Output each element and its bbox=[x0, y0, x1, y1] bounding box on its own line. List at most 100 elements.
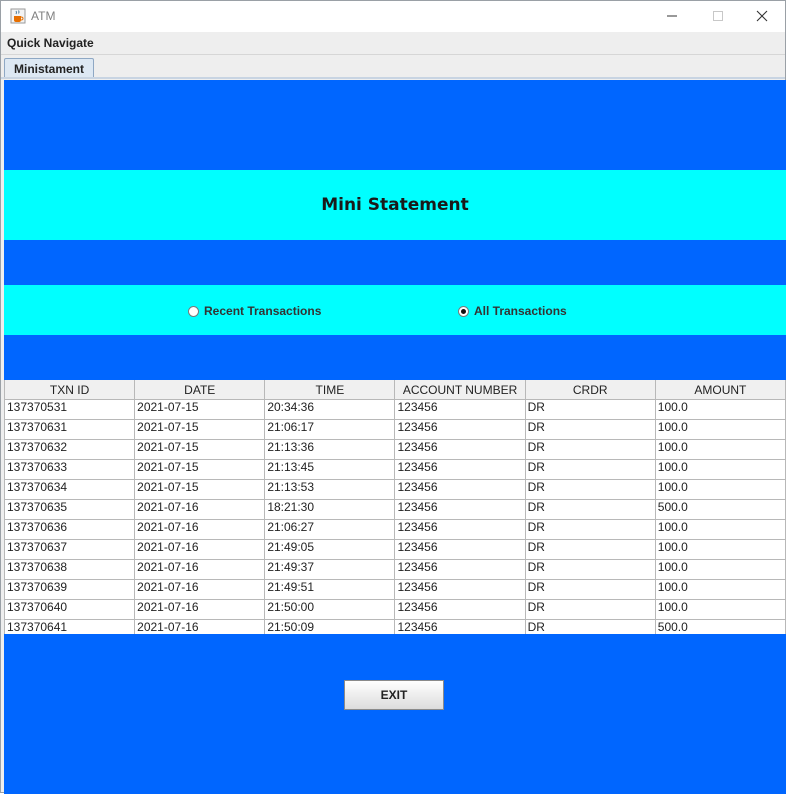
table-row[interactable]: 137370633 2021-07-15 21:13:45 123456 DR 100.0 bbox=[4, 459, 786, 480]
transactions-table: TXN ID DATE TIME ACCOUNT NUMBER CRDR AMOUNT 1… bbox=[4, 380, 786, 634]
table-cell: 2021-07-16 bbox=[134, 499, 266, 520]
table-cell: 2021-07-16 bbox=[134, 579, 266, 600]
table-cell: 137370637 bbox=[4, 539, 136, 560]
table-row[interactable]: 137370531 2021-07-15 20:34:36 123456 DR 100.0 bbox=[4, 399, 786, 420]
table-row[interactable]: 137370641 2021-07-16 21:50:09 123456 DR 500.0 bbox=[4, 619, 786, 634]
table-cell: 21:50:00 bbox=[264, 599, 396, 620]
table-cell: 100.0 bbox=[654, 559, 786, 580]
table-cell: 500.0 bbox=[654, 499, 786, 520]
table-row[interactable]: 137370636 2021-07-16 21:06:27 123456 DR 100.0 bbox=[4, 519, 786, 540]
table-cell: DR bbox=[524, 519, 656, 540]
table-cell: 137370631 bbox=[4, 419, 136, 440]
table-cell: 123456 bbox=[394, 459, 526, 480]
table-cell: DR bbox=[524, 499, 656, 520]
table-cell: 123456 bbox=[394, 399, 526, 420]
transactions-table-scroll[interactable]: TXN ID DATE TIME ACCOUNT NUMBER CRDR AMOUNT 1… bbox=[4, 380, 786, 634]
table-row[interactable]: 137370632 2021-07-15 21:13:36 123456 DR 100.0 bbox=[4, 439, 786, 460]
column-header[interactable]: ACCOUNT NUMBER bbox=[394, 380, 526, 400]
table-cell: DR bbox=[524, 559, 656, 580]
table-cell: 2021-07-16 bbox=[134, 539, 266, 560]
radio-recent-transactions[interactable]: Recent Transactions bbox=[188, 304, 321, 318]
close-icon bbox=[756, 7, 768, 26]
table-cell: 137370632 bbox=[4, 439, 136, 460]
table-cell: 100.0 bbox=[654, 519, 786, 540]
table-cell: 123456 bbox=[394, 599, 526, 620]
table-cell: 123456 bbox=[394, 419, 526, 440]
table-header-row: TXN ID DATE TIME ACCOUNT NUMBER CRDR AMOUNT bbox=[4, 380, 786, 400]
table-row[interactable]: 137370640 2021-07-16 21:50:00 123456 DR 100.0 bbox=[4, 599, 786, 620]
java-cup-icon bbox=[10, 8, 26, 24]
table-row[interactable]: 137370637 2021-07-16 21:49:05 123456 DR 100.0 bbox=[4, 539, 786, 560]
table-cell: DR bbox=[524, 479, 656, 500]
menu-quick-navigate[interactable]: Quick Navigate bbox=[7, 36, 94, 50]
table-cell: 2021-07-15 bbox=[134, 459, 266, 480]
maximize-button[interactable] bbox=[695, 1, 741, 32]
table-cell: 2021-07-15 bbox=[134, 399, 266, 420]
radio-checked-icon bbox=[458, 305, 469, 317]
table-cell: DR bbox=[524, 419, 656, 440]
table-cell: DR bbox=[524, 599, 656, 620]
table-cell: 21:49:51 bbox=[264, 579, 396, 600]
table-cell: 100.0 bbox=[654, 439, 786, 460]
table-row[interactable]: 137370639 2021-07-16 21:49:51 123456 DR 100.0 bbox=[4, 579, 786, 600]
exit-label: EXIT bbox=[380, 688, 408, 702]
table-cell: 100.0 bbox=[654, 459, 786, 480]
close-button[interactable] bbox=[739, 1, 785, 32]
radio-label: All Transactions bbox=[474, 304, 567, 318]
table-cell: 123456 bbox=[394, 519, 526, 540]
table-row[interactable]: 137370634 2021-07-15 21:13:53 123456 DR 100.0 bbox=[4, 479, 786, 500]
table-cell: 21:13:53 bbox=[264, 479, 396, 500]
table-cell: 2021-07-16 bbox=[134, 559, 266, 580]
table-cell: 21:13:36 bbox=[264, 439, 396, 460]
table-cell: 100.0 bbox=[654, 399, 786, 420]
tab-ministament[interactable]: Ministament bbox=[4, 58, 94, 79]
table-cell: 21:13:45 bbox=[264, 459, 396, 480]
table-cell: 137370641 bbox=[4, 619, 136, 634]
column-header[interactable]: AMOUNT bbox=[654, 380, 786, 400]
table-cell: 137370634 bbox=[4, 479, 136, 500]
table-row[interactable]: 137370638 2021-07-16 21:49:37 123456 DR 100.0 bbox=[4, 559, 786, 580]
menu-bar: Quick Navigate bbox=[1, 32, 785, 54]
table-cell: 123456 bbox=[394, 539, 526, 560]
minimize-button[interactable] bbox=[649, 1, 695, 32]
table-cell: 137370639 bbox=[4, 579, 136, 600]
filter-band: Recent Transactions All Transactions bbox=[4, 285, 786, 335]
table-cell: 21:50:09 bbox=[264, 619, 396, 634]
table-cell: DR bbox=[524, 619, 656, 634]
table-cell: 2021-07-15 bbox=[134, 419, 266, 440]
table-cell: 21:06:27 bbox=[264, 519, 396, 540]
table-cell: 123456 bbox=[394, 579, 526, 600]
table-row[interactable]: 137370635 2021-07-16 18:21:30 123456 DR 500.0 bbox=[4, 499, 786, 520]
table-cell: DR bbox=[524, 439, 656, 460]
radio-all-transactions[interactable]: All Transactions bbox=[458, 304, 567, 318]
table-row[interactable]: 137370631 2021-07-15 21:06:17 123456 DR 100.0 bbox=[4, 419, 786, 440]
column-header[interactable]: TXN ID bbox=[4, 380, 136, 400]
table-cell: 2021-07-16 bbox=[134, 519, 266, 540]
table-cell: 123456 bbox=[394, 559, 526, 580]
radio-label: Recent Transactions bbox=[204, 304, 322, 318]
table-cell: 500.0 bbox=[654, 619, 786, 634]
table-cell: DR bbox=[524, 579, 656, 600]
maximize-icon bbox=[712, 7, 724, 26]
table-cell: 18:21:30 bbox=[264, 499, 396, 520]
column-header[interactable]: DATE bbox=[134, 380, 266, 400]
column-header[interactable]: TIME bbox=[264, 380, 396, 400]
table-cell: 100.0 bbox=[654, 599, 786, 620]
table-cell: 137370633 bbox=[4, 459, 136, 480]
table-cell: 2021-07-16 bbox=[134, 619, 266, 634]
table-cell: 137370638 bbox=[4, 559, 136, 580]
table-cell: 2021-07-15 bbox=[134, 439, 266, 460]
table-cell: 21:06:17 bbox=[264, 419, 396, 440]
title-band: Mini Statement bbox=[4, 170, 786, 240]
table-cell: 21:49:05 bbox=[264, 539, 396, 560]
table-cell: 137370640 bbox=[4, 599, 136, 620]
table-cell: DR bbox=[524, 459, 656, 480]
column-header[interactable]: CRDR bbox=[524, 380, 656, 400]
table-cell: 123456 bbox=[394, 619, 526, 634]
tab-label: Ministament bbox=[13, 62, 84, 76]
window-title: ATM bbox=[31, 9, 56, 23]
exit-button[interactable]: EXIT bbox=[344, 680, 444, 710]
title-bar[interactable]: ATM bbox=[1, 1, 785, 32]
minimize-icon bbox=[666, 7, 678, 26]
table-cell: DR bbox=[524, 539, 656, 560]
